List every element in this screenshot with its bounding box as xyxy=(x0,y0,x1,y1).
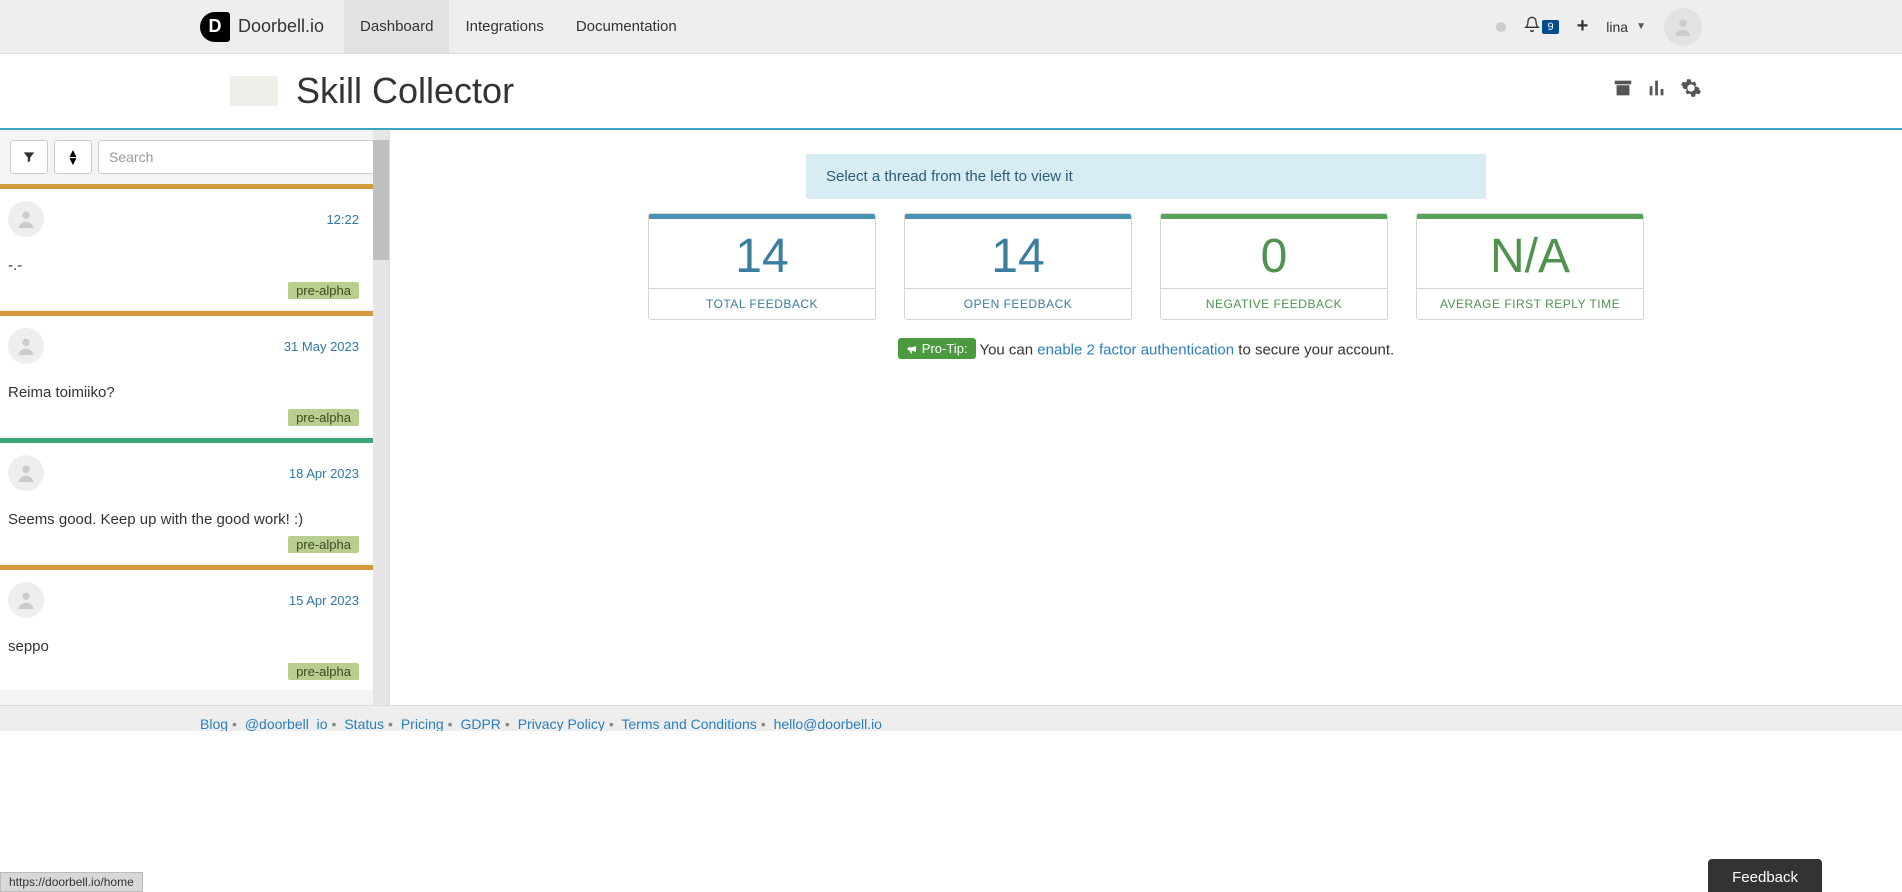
thread-item[interactable]: 18 Apr 2023 Seems good. Keep up with the … xyxy=(0,438,373,563)
megaphone-icon xyxy=(906,343,918,355)
thread-item[interactable]: 12:22 -.-pre-alpha xyxy=(0,184,373,309)
stat-value: 0 xyxy=(1161,219,1387,288)
footer-email[interactable]: hello@doorbell.io xyxy=(774,716,882,731)
protip-text-before: You can xyxy=(979,342,1037,359)
user-avatar[interactable] xyxy=(1664,8,1702,46)
filter-button[interactable] xyxy=(10,140,48,174)
protip-text-after: to secure your account. xyxy=(1234,342,1394,359)
thread-avatar xyxy=(8,582,44,618)
thread-time: 15 Apr 2023 xyxy=(289,593,359,608)
protip-label: Pro-Tip: xyxy=(922,341,968,356)
thread-time: 31 May 2023 xyxy=(284,339,359,354)
main-layout: ▲▼ 12:22-.-pre-alpha31 May 2023Reima toi… xyxy=(0,130,1902,705)
archive-icon[interactable] xyxy=(1612,77,1634,105)
sidebar-toolbar: ▲▼ xyxy=(0,130,389,184)
select-thread-banner: Select a thread from the left to view it xyxy=(806,154,1486,199)
app-logo xyxy=(230,76,278,106)
stat-avg-reply-time[interactable]: N/A AVERAGE FIRST REPLY TIME xyxy=(1416,213,1644,320)
stat-label: AVERAGE FIRST REPLY TIME xyxy=(1417,288,1643,319)
user-menu[interactable]: lina ▼ xyxy=(1606,19,1646,35)
sort-icon: ▲▼ xyxy=(67,149,79,165)
threads-sidebar: ▲▼ 12:22-.-pre-alpha31 May 2023Reima toi… xyxy=(0,130,390,705)
brand-link[interactable]: D Doorbell.io xyxy=(200,12,324,42)
footer-status[interactable]: Status xyxy=(344,716,384,731)
stats-row: 14 TOTAL FEEDBACK 14 OPEN FEEDBACK 0 NEG… xyxy=(450,213,1842,320)
nav-tabs: Dashboard Integrations Documentation xyxy=(344,0,693,53)
notifications-count: 9 xyxy=(1542,20,1558,34)
protip-row: Pro-Tip: You can enable 2 factor authent… xyxy=(450,338,1842,359)
brand-icon: D xyxy=(200,12,230,42)
app-header: Skill Collector xyxy=(0,54,1902,130)
content-area: Select a thread from the left to view it… xyxy=(390,130,1902,705)
chart-icon[interactable] xyxy=(1646,77,1668,105)
stat-label: OPEN FEEDBACK xyxy=(905,288,1131,319)
gear-icon[interactable] xyxy=(1680,77,1702,105)
top-nav: D Doorbell.io Dashboard Integrations Doc… xyxy=(0,0,1902,54)
browser-status-url: https://doorbell.io/home xyxy=(0,872,143,892)
footer-terms[interactable]: Terms and Conditions xyxy=(621,716,756,731)
thread-body: seppo xyxy=(8,618,359,663)
thread-avatar xyxy=(8,328,44,364)
user-name-label: lina xyxy=(1606,19,1628,35)
thread-tag: pre-alpha xyxy=(288,663,359,680)
stat-value: 14 xyxy=(649,219,875,288)
thread-body: Reima toimiiko? xyxy=(8,364,359,409)
thread-body: -.- xyxy=(8,237,359,282)
scrollbar-thumb[interactable] xyxy=(373,140,389,260)
stat-label: TOTAL FEEDBACK xyxy=(649,288,875,319)
footer-privacy[interactable]: Privacy Policy xyxy=(518,716,605,731)
nav-integrations[interactable]: Integrations xyxy=(449,0,559,53)
stat-total-feedback[interactable]: 14 TOTAL FEEDBACK xyxy=(648,213,876,320)
bell-icon xyxy=(1524,16,1540,37)
thread-body: Seems good. Keep up with the good work! … xyxy=(8,491,359,536)
scrollbar-track[interactable] xyxy=(373,130,389,705)
thread-avatar xyxy=(8,201,44,237)
app-title: Skill Collector xyxy=(296,70,514,112)
feedback-button[interactable]: Feedback xyxy=(1708,859,1822,892)
thread-item[interactable]: 15 Apr 2023 seppopre-alpha xyxy=(0,565,373,690)
thread-time: 12:22 xyxy=(326,212,359,227)
stat-value: 14 xyxy=(905,219,1131,288)
thread-tag: pre-alpha xyxy=(288,536,359,553)
enable-2fa-link[interactable]: enable 2 factor authentication xyxy=(1037,342,1234,359)
thread-tag: pre-alpha xyxy=(288,409,359,426)
threads-list: 12:22-.-pre-alpha31 May 2023Reima toimii… xyxy=(0,184,389,705)
sort-button[interactable]: ▲▼ xyxy=(54,140,92,174)
footer-twitter[interactable]: @doorbell_io xyxy=(245,716,328,731)
thread-tag: pre-alpha xyxy=(288,282,359,299)
footer-pricing[interactable]: Pricing xyxy=(401,716,444,731)
stat-open-feedback[interactable]: 14 OPEN FEEDBACK xyxy=(904,213,1132,320)
status-indicator[interactable] xyxy=(1496,22,1506,32)
search-input[interactable] xyxy=(98,140,379,174)
thread-avatar xyxy=(8,455,44,491)
add-button[interactable]: + xyxy=(1577,15,1589,38)
page-footer: Blog• @doorbell_io• Status• Pricing• GDP… xyxy=(0,705,1902,731)
caret-down-icon: ▼ xyxy=(1636,21,1646,32)
filter-icon xyxy=(22,150,36,164)
thread-time: 18 Apr 2023 xyxy=(289,466,359,481)
notifications-button[interactable]: 9 xyxy=(1524,16,1558,37)
stat-negative-feedback[interactable]: 0 NEGATIVE FEEDBACK xyxy=(1160,213,1388,320)
stat-value: N/A xyxy=(1417,219,1643,288)
footer-gdpr[interactable]: GDPR xyxy=(460,716,500,731)
stat-label: NEGATIVE FEEDBACK xyxy=(1161,288,1387,319)
nav-dashboard[interactable]: Dashboard xyxy=(344,0,449,53)
footer-blog[interactable]: Blog xyxy=(200,716,228,731)
brand-name: Doorbell.io xyxy=(238,16,324,37)
protip-badge: Pro-Tip: xyxy=(898,338,976,359)
thread-item[interactable]: 31 May 2023 Reima toimiiko?pre-alpha xyxy=(0,311,373,436)
nav-documentation[interactable]: Documentation xyxy=(560,0,693,53)
